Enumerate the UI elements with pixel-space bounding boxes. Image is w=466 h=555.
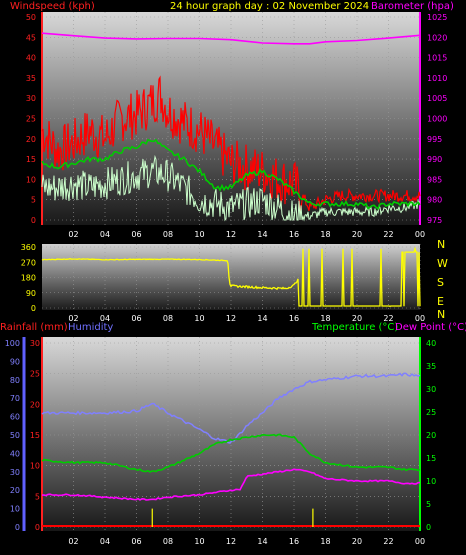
barometer-tick-label: 1020 bbox=[427, 33, 447, 42]
windspeed-tick-label: 5 bbox=[31, 196, 36, 205]
windspeed-tick-label: 10 bbox=[26, 175, 36, 184]
chart-canvas: Windspeed (kph) 24 hour graph day : 02 N… bbox=[0, 1, 466, 546]
wind-x-tick-label: 14 bbox=[257, 230, 267, 239]
temp-x-tick-label: 10 bbox=[194, 537, 204, 546]
windspeed-tick-label: 25 bbox=[26, 115, 36, 124]
direction-tick-label: 180 bbox=[21, 274, 36, 283]
direction-tick-label: 360 bbox=[21, 243, 36, 252]
temp-x-tick-label: 06 bbox=[131, 537, 141, 546]
windspeed-tick-label: 45 bbox=[26, 33, 36, 42]
rainfall-tick-label: 25 bbox=[30, 370, 40, 379]
temp-x-tick-label: 00 bbox=[415, 537, 425, 546]
barometer-tick-label: 1015 bbox=[427, 54, 447, 63]
compass-south: S bbox=[437, 276, 444, 289]
direction-x-tick-label: 14 bbox=[257, 314, 267, 323]
wind-x-tick-label: 18 bbox=[320, 230, 330, 239]
rainfall-tick-label: 30 bbox=[30, 339, 40, 348]
temperature-tick-label: 0 bbox=[426, 523, 431, 532]
temperature-tick-label: 40 bbox=[426, 339, 436, 348]
wind-x-tick-label: 20 bbox=[352, 230, 362, 239]
barometer-tick-label: 990 bbox=[427, 155, 442, 164]
direction-x-tick-label: 16 bbox=[289, 314, 299, 323]
temp-x-tick-label: 16 bbox=[289, 537, 299, 546]
compass-north-top: N bbox=[437, 238, 445, 251]
humidity-tick-label: 70 bbox=[10, 394, 20, 403]
compass-east: E bbox=[437, 295, 444, 308]
temperature-tick-label: 25 bbox=[426, 408, 436, 417]
wind-x-tick-label: 22 bbox=[383, 230, 393, 239]
windspeed-tick-label: 15 bbox=[26, 155, 36, 164]
weather-graph: Windspeed (kph) 24 hour graph day : 02 N… bbox=[0, 0, 466, 555]
temp-x-tick-label: 12 bbox=[226, 537, 236, 546]
humidity-tick-label: 60 bbox=[10, 413, 20, 422]
wind-x-tick-label: 04 bbox=[100, 230, 110, 239]
barometer-axis-label: Barometer (hpa) bbox=[371, 1, 454, 12]
windspeed-tick-label: 50 bbox=[26, 13, 36, 22]
temp-x-tick-label: 20 bbox=[352, 537, 362, 546]
temp-x-tick-label: 18 bbox=[320, 537, 330, 546]
temperature-tick-label: 30 bbox=[426, 385, 436, 394]
barometer-tick-label: 980 bbox=[427, 196, 442, 205]
wind-x-tick-label: 00 bbox=[415, 230, 425, 239]
humidity-tick-label: 90 bbox=[10, 357, 20, 366]
wind-x-tick-label: 06 bbox=[131, 230, 141, 239]
compass-north-bottom: N bbox=[437, 308, 445, 321]
direction-x-tick-label: 12 bbox=[226, 314, 236, 323]
temperature-tick-label: 15 bbox=[426, 454, 436, 463]
humidity-tick-label: 80 bbox=[10, 376, 20, 385]
barometer-tick-label: 1000 bbox=[427, 115, 447, 124]
wind-x-tick-label: 12 bbox=[226, 230, 236, 239]
barometer-tick-label: 995 bbox=[427, 135, 442, 144]
windspeed-tick-label: 40 bbox=[26, 54, 36, 63]
temp-x-tick-label: 04 bbox=[100, 537, 110, 546]
temperature-tick-label: 35 bbox=[426, 362, 436, 371]
humidity-tick-label: 30 bbox=[10, 468, 20, 477]
temp-x-tick-label: 02 bbox=[68, 537, 78, 546]
rainfall-tick-label: 5 bbox=[35, 492, 40, 501]
rainfall-tick-label: 10 bbox=[30, 462, 40, 471]
temp-x-tick-label: 08 bbox=[163, 537, 173, 546]
direction-x-tick-label: 06 bbox=[131, 314, 141, 323]
temperature-axis-label: Temperature (°C) bbox=[311, 322, 398, 333]
chart-title: 24 hour graph day : 02 November 2024 bbox=[170, 1, 369, 12]
humidity-tick-label: 50 bbox=[10, 431, 20, 440]
wind-x-tick-label: 10 bbox=[194, 230, 204, 239]
wind-x-tick-label: 02 bbox=[68, 230, 78, 239]
barometer-tick-label: 985 bbox=[427, 175, 442, 184]
humidity-tick-label: 20 bbox=[10, 486, 20, 495]
rainfall-tick-label: 0 bbox=[35, 523, 40, 532]
humidity-tick-label: 10 bbox=[10, 505, 20, 514]
windspeed-tick-label: 0 bbox=[31, 216, 36, 225]
humidity-tick-label: 0 bbox=[15, 523, 20, 532]
temperature-tick-label: 20 bbox=[426, 431, 436, 440]
humidity-tick-label: 40 bbox=[10, 449, 20, 458]
temp-x-tick-label: 14 bbox=[257, 537, 267, 546]
direction-x-tick-label: 10 bbox=[194, 314, 204, 323]
barometer-tick-label: 1025 bbox=[427, 13, 447, 22]
temperature-tick-label: 5 bbox=[426, 500, 431, 509]
rainfall-tick-label: 15 bbox=[30, 431, 40, 440]
temperature-tick-label: 10 bbox=[426, 477, 436, 486]
barometer-tick-label: 975 bbox=[427, 216, 442, 225]
direction-x-tick-label: 08 bbox=[163, 314, 173, 323]
wind-x-tick-label: 08 bbox=[163, 230, 173, 239]
direction-tick-label: 0 bbox=[31, 304, 36, 313]
direction-tick-label: 90 bbox=[26, 289, 36, 298]
windspeed-tick-label: 20 bbox=[26, 135, 36, 144]
direction-tick-label: 270 bbox=[21, 258, 36, 267]
temp-x-tick-label: 22 bbox=[383, 537, 393, 546]
barometer-tick-label: 1010 bbox=[427, 74, 447, 83]
windspeed-tick-label: 35 bbox=[26, 74, 36, 83]
humidity-tick-label: 100 bbox=[5, 339, 20, 348]
compass-west: W bbox=[437, 257, 448, 270]
dew-point-axis-label: Dew Point (°C) bbox=[395, 322, 466, 333]
rainfall-axis-label: Rainfall (mm) bbox=[0, 322, 68, 333]
humidity-axis-label: Humidity bbox=[68, 322, 113, 333]
windspeed-tick-label: 30 bbox=[26, 94, 36, 103]
barometer-tick-label: 1005 bbox=[427, 94, 447, 103]
rainfall-tick-label: 20 bbox=[30, 400, 40, 409]
windspeed-axis-label: Windspeed (kph) bbox=[10, 1, 95, 12]
wind-x-tick-label: 16 bbox=[289, 230, 299, 239]
